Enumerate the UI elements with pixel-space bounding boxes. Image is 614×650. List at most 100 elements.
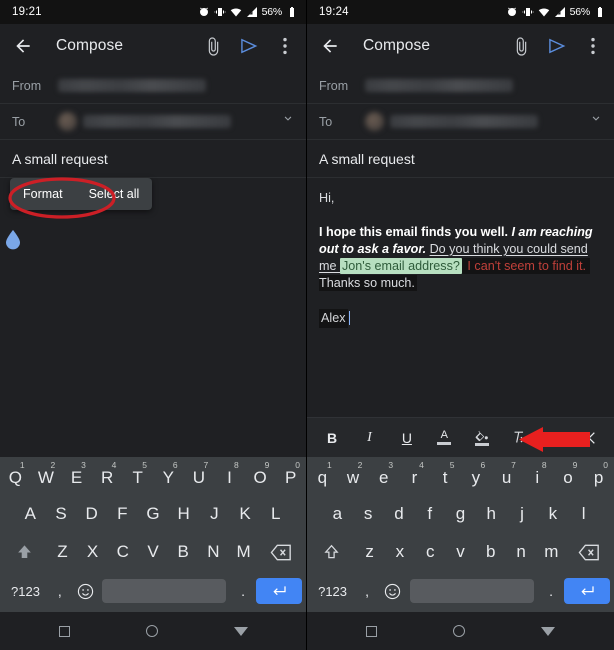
key-a[interactable]: a <box>322 495 353 533</box>
more-vert-icon[interactable] <box>582 35 604 57</box>
emoji-icon[interactable] <box>380 572 406 610</box>
key-e[interactable]: E3 <box>61 459 92 497</box>
key-i[interactable]: I8 <box>214 459 245 497</box>
key-u[interactable]: u7 <box>491 459 522 497</box>
context-menu-item-format[interactable]: Format <box>10 178 76 210</box>
to-field[interactable]: To <box>307 104 614 140</box>
key-f[interactable]: f <box>414 495 445 533</box>
symbols-key[interactable]: ?123 <box>4 572 47 610</box>
close-icon[interactable] <box>578 426 600 450</box>
square-icon[interactable] <box>58 625 70 637</box>
key-f[interactable]: F <box>107 495 138 533</box>
italic-icon[interactable]: I <box>358 426 380 450</box>
bold-icon[interactable]: B <box>321 426 343 450</box>
emoji-icon[interactable] <box>73 572 99 610</box>
key-c[interactable]: c <box>415 533 445 571</box>
enter-key[interactable] <box>255 572 302 610</box>
key-comma[interactable]: , <box>354 572 380 610</box>
key-h[interactable]: H <box>168 495 199 533</box>
key-v[interactable]: v <box>445 533 475 571</box>
key-b[interactable]: B <box>168 533 198 571</box>
key-t[interactable]: T5 <box>122 459 153 497</box>
attachment-icon[interactable] <box>202 35 224 57</box>
keyboard[interactable]: Q1 W2 E3 R4 T5 Y6 U7 I8 O9 P0 A S D F G … <box>0 457 306 612</box>
key-w[interactable]: w2 <box>338 459 369 497</box>
from-field[interactable]: From <box>307 68 614 104</box>
backspace-icon[interactable] <box>259 533 304 571</box>
attachment-icon[interactable] <box>510 35 532 57</box>
key-y[interactable]: y6 <box>461 459 492 497</box>
key-t[interactable]: t5 <box>430 459 461 497</box>
key-e[interactable]: e3 <box>368 459 399 497</box>
key-y[interactable]: Y6 <box>153 459 184 497</box>
key-o[interactable]: O9 <box>245 459 276 497</box>
shift-icon[interactable] <box>2 533 47 571</box>
key-q[interactable]: Q1 <box>0 459 31 497</box>
key-v[interactable]: V <box>138 533 168 571</box>
shift-icon[interactable] <box>309 533 354 571</box>
key-n[interactable]: N <box>198 533 228 571</box>
triangle-back-icon[interactable] <box>233 626 248 636</box>
spacebar[interactable] <box>98 572 230 610</box>
text-color-icon[interactable]: A <box>433 426 455 450</box>
highlight-color-icon[interactable] <box>471 426 493 450</box>
key-k[interactable]: K <box>230 495 261 533</box>
circle-icon[interactable] <box>145 625 158 637</box>
key-i[interactable]: i8 <box>522 459 553 497</box>
chevron-down-icon[interactable] <box>280 111 296 132</box>
context-menu-item-select-all[interactable]: Select all <box>76 178 153 210</box>
key-u[interactable]: U7 <box>184 459 215 497</box>
key-g[interactable]: G <box>138 495 169 533</box>
key-o[interactable]: o9 <box>553 459 584 497</box>
key-s[interactable]: s <box>353 495 384 533</box>
subject-field[interactable]: A small request <box>307 140 614 178</box>
key-z[interactable]: Z <box>47 533 77 571</box>
keyboard[interactable]: q1 w2 e3 r4 t5 y6 u7 i8 o9 p0 a s d f g … <box>307 457 614 612</box>
key-p[interactable]: P0 <box>275 459 306 497</box>
key-r[interactable]: r4 <box>399 459 430 497</box>
key-j[interactable]: J <box>199 495 230 533</box>
key-comma[interactable]: , <box>47 572 73 610</box>
subject-field[interactable]: A small request <box>0 140 306 178</box>
key-c[interactable]: C <box>108 533 138 571</box>
key-z[interactable]: z <box>354 533 384 571</box>
clear-formatting-icon[interactable] <box>508 426 530 450</box>
square-icon[interactable] <box>366 625 377 637</box>
circle-icon[interactable] <box>453 625 465 637</box>
key-m[interactable]: M <box>229 533 259 571</box>
key-d[interactable]: d <box>384 495 415 533</box>
underline-icon[interactable]: U <box>396 426 418 450</box>
spacebar[interactable] <box>406 572 538 610</box>
key-a[interactable]: A <box>15 495 46 533</box>
key-period[interactable]: . <box>230 572 256 610</box>
enter-key[interactable] <box>564 572 610 610</box>
chevron-down-icon[interactable] <box>588 111 604 132</box>
key-w[interactable]: W2 <box>31 459 62 497</box>
key-period[interactable]: . <box>538 572 564 610</box>
key-h[interactable]: h <box>476 495 507 533</box>
triangle-back-icon[interactable] <box>541 626 555 636</box>
key-m[interactable]: m <box>536 533 566 571</box>
back-arrow-icon[interactable] <box>12 35 34 57</box>
send-icon[interactable] <box>238 35 260 57</box>
key-l[interactable]: l <box>568 495 599 533</box>
key-r[interactable]: R4 <box>92 459 123 497</box>
back-arrow-icon[interactable] <box>319 35 341 57</box>
to-field[interactable]: To <box>0 104 306 140</box>
key-p[interactable]: p0 <box>583 459 614 497</box>
text-cursor-handle[interactable] <box>4 229 22 256</box>
key-x[interactable]: X <box>78 533 108 571</box>
more-vert-icon[interactable] <box>274 35 296 57</box>
key-j[interactable]: j <box>507 495 538 533</box>
email-body[interactable]: Hi, I hope this email finds you well. I … <box>307 178 614 328</box>
key-l[interactable]: L <box>260 495 291 533</box>
key-x[interactable]: x <box>385 533 415 571</box>
key-q[interactable]: q1 <box>307 459 338 497</box>
symbols-key[interactable]: ?123 <box>311 572 354 610</box>
backspace-icon[interactable] <box>567 533 612 571</box>
key-g[interactable]: g <box>445 495 476 533</box>
send-icon[interactable] <box>546 35 568 57</box>
from-field[interactable]: From <box>0 68 306 104</box>
key-b[interactable]: b <box>476 533 506 571</box>
key-s[interactable]: S <box>46 495 77 533</box>
